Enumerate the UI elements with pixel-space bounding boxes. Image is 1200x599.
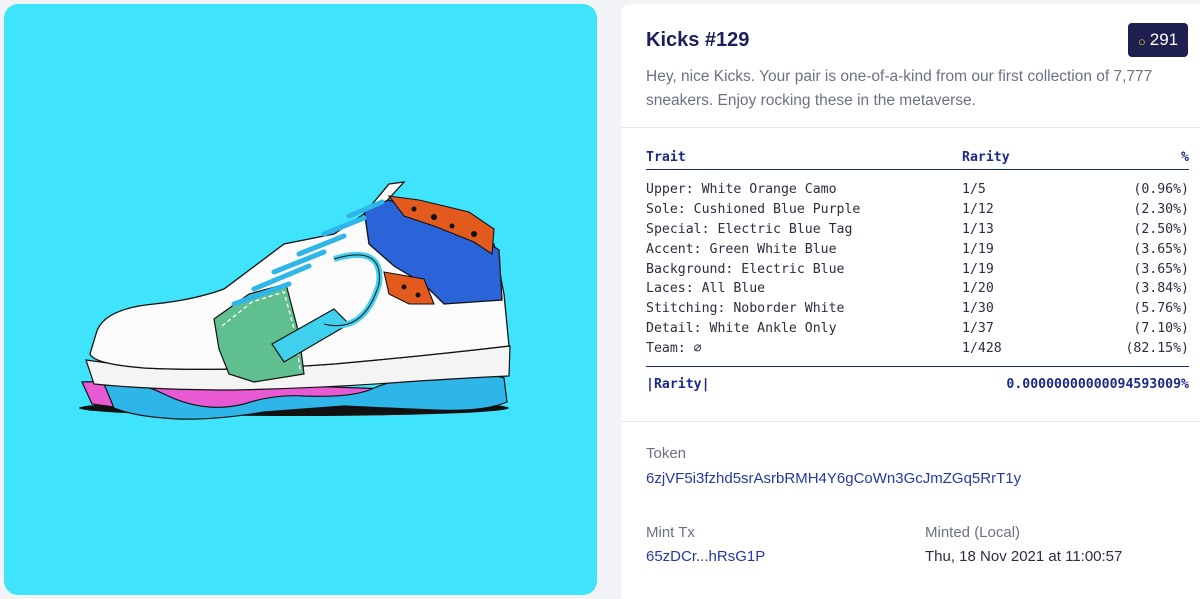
trait-rarity: 1/5 <box>962 182 986 198</box>
token-label: Token <box>646 445 687 462</box>
trait-name: Detail: White Ankle Only <box>646 320 837 336</box>
trait-percent: (3.65%) <box>1133 261 1189 277</box>
trait-name: Laces: All Blue <box>646 281 766 297</box>
trait-percent: (82.15%) <box>1125 340 1189 356</box>
trait-name: Background: Electric Blue <box>646 261 845 277</box>
mint-tx-link[interactable]: 65zDCr...hRsG1P <box>646 548 765 565</box>
trait-row: Stitching: Noborder White 1/30 (5.76%) <box>646 299 1189 319</box>
rank-value: 291 <box>1149 30 1179 49</box>
nft-description: Hey, nice Kicks. Your pair is one-of-a-k… <box>646 68 1153 109</box>
mint-tx-label: Mint Tx <box>646 524 695 541</box>
trait-row: Special: Electric Blue Tag 1/13 (2.50%) <box>646 220 1189 240</box>
trait-percent: (3.84%) <box>1133 281 1189 297</box>
minted-date-value: Thu, 18 Nov 2021 at 11:00:57 <box>925 548 1123 565</box>
trait-name: Sole: Cushioned Blue Purple <box>646 202 861 218</box>
traits-header-row: Trait Rarity % <box>646 150 1189 170</box>
trait-rarity: 1/428 <box>962 340 1002 356</box>
trait-rarity: 1/30 <box>962 301 994 317</box>
traits-body: Upper: White Orange Camo 1/5 (0.96%) Sole: … <box>646 180 1189 358</box>
trait-row: Laces: All Blue 1/20 (3.84%) <box>646 279 1189 299</box>
trait-row: Background: Electric Blue 1/19 (3.65%) <box>646 259 1189 279</box>
trait-name: Special: Electric Blue Tag <box>646 221 853 237</box>
trait-rarity: 1/37 <box>962 320 994 336</box>
traits-table: Trait Rarity % Upper: White Orange Camo 1… <box>646 150 1189 392</box>
nft-artwork <box>4 4 597 595</box>
rarity-total-value: 0.00000000000094593009% <box>1006 377 1189 393</box>
trait-row: Accent: Green White Blue 1/19 (3.65%) <box>646 239 1189 259</box>
trait-name: Team: ∅ <box>646 340 702 356</box>
header-rarity: Rarity <box>962 150 1010 165</box>
traits-section: Trait Rarity % Upper: White Orange Camo 1… <box>621 128 1200 422</box>
trait-percent: (5.76%) <box>1133 301 1189 317</box>
trait-percent: (2.50%) <box>1133 221 1189 237</box>
nft-title: Kicks #129 <box>646 29 750 51</box>
trait-percent: (7.10%) <box>1133 320 1189 336</box>
rarity-total-label: |Rarity| <box>646 377 710 393</box>
nft-header: Kicks #129 ○ 291 Hey, nice Kicks. Your p… <box>621 4 1200 128</box>
trait-name: Accent: Green White Blue <box>646 241 837 257</box>
trait-row: Team: ∅ 1/428 (82.15%) <box>646 338 1189 358</box>
trait-rarity: 1/19 <box>962 241 994 257</box>
trait-row: Detail: White Ankle Only 1/37 (7.10%) <box>646 319 1189 339</box>
trait-rarity: 1/19 <box>962 261 994 277</box>
trait-name: Stitching: Noborder White <box>646 301 845 317</box>
token-link[interactable]: 6zjVF5i3fzhd5srAsrbRMH4Y6gCoWn3GcJmZGq5R… <box>646 470 1021 487</box>
header-trait: Trait <box>646 150 686 165</box>
rank-icon: ○ <box>1137 33 1146 49</box>
trait-row: Sole: Cushioned Blue Purple 1/12 (2.30%) <box>646 200 1189 220</box>
trait-percent: (2.30%) <box>1133 202 1189 218</box>
trait-rarity: 1/20 <box>962 281 994 297</box>
trait-row: Upper: White Orange Camo 1/5 (0.96%) <box>646 180 1189 200</box>
trait-rarity: 1/13 <box>962 221 994 237</box>
minted-date-label: Minted (Local) <box>925 524 1021 541</box>
trait-percent: (0.96%) <box>1133 182 1189 198</box>
sneaker-image <box>79 181 511 420</box>
rank-badge[interactable]: ○ 291 <box>1128 23 1188 57</box>
nft-detail-panel: Kicks #129 ○ 291 Hey, nice Kicks. Your p… <box>621 4 1200 599</box>
trait-rarity: 1/12 <box>962 202 994 218</box>
trait-percent: (3.65%) <box>1133 241 1189 257</box>
rarity-total-row: |Rarity| 0.00000000000094593009% <box>646 366 1189 392</box>
header-percent: % <box>1181 150 1189 165</box>
trait-name: Upper: White Orange Camo <box>646 182 837 198</box>
